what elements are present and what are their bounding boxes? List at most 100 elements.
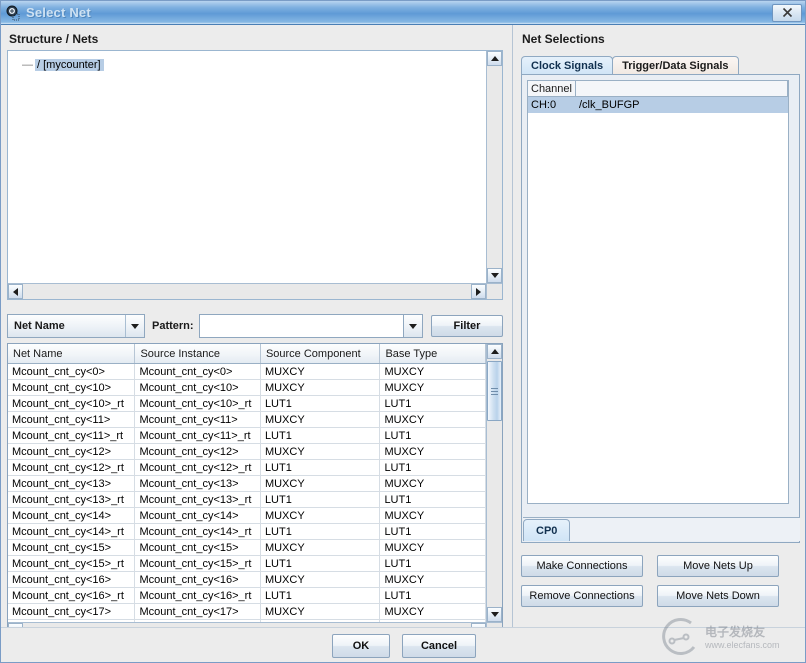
- dialog-footer: OK Cancel: [1, 627, 806, 663]
- table-row[interactable]: Mcount_cnt_cy<16>Mcount_cnt_cy<16>MUXCYM…: [8, 572, 486, 588]
- table-cell: MUXCY: [380, 412, 486, 427]
- ok-button[interactable]: OK: [332, 634, 390, 658]
- nets-vertical-scrollbar[interactable]: [486, 344, 502, 622]
- table-cell: LUT1: [261, 588, 381, 603]
- table-cell: Mcount_cnt_cy<15>: [135, 540, 260, 555]
- table-row[interactable]: Mcount_cnt_cy<0>Mcount_cnt_cy<0>MUXCYMUX…: [8, 364, 486, 380]
- table-cell: MUXCY: [261, 508, 381, 523]
- channel-id: CH:0: [528, 97, 576, 113]
- table-row[interactable]: Mcount_cnt_cy<15>_rtMcount_cnt_cy<15>_rt…: [8, 556, 486, 572]
- nets-column-header[interactable]: Source Component: [261, 344, 381, 363]
- table-row[interactable]: Mcount_cnt_cy<14>_rtMcount_cnt_cy<14>_rt…: [8, 524, 486, 540]
- table-cell: Mcount_cnt_cy<10>: [135, 380, 260, 395]
- structure-nets-label: Structure / Nets: [1, 25, 509, 52]
- tree-vscroll-track[interactable]: [487, 66, 502, 268]
- tab-trigger-data-signals[interactable]: Trigger/Data Signals: [612, 56, 738, 75]
- nets-vscroll-thumb[interactable]: [487, 361, 502, 421]
- table-row[interactable]: Mcount_cnt_cy<11>Mcount_cnt_cy<11>MUXCYM…: [8, 412, 486, 428]
- pattern-combo[interactable]: [199, 314, 423, 338]
- table-row[interactable]: Mcount_cnt_cy<13>Mcount_cnt_cy<13>MUXCYM…: [8, 476, 486, 492]
- tab-clock-signals[interactable]: Clock Signals: [521, 56, 613, 75]
- table-cell: Mcount_cnt_cy<14>_rt: [135, 524, 260, 539]
- move-nets-down-button[interactable]: Move Nets Down: [657, 585, 779, 607]
- table-cell: MUXCY: [380, 572, 486, 587]
- close-button[interactable]: [772, 4, 802, 22]
- tab-cp0[interactable]: CP0: [523, 519, 570, 541]
- app-icon: [5, 5, 21, 21]
- nets-vscroll-track[interactable]: [487, 359, 502, 607]
- net-selections-panel: Channel CH:0/clk_BUFGP CP0: [521, 74, 800, 543]
- pattern-chevron-down-icon[interactable]: [403, 314, 423, 338]
- table-cell: LUT1: [261, 396, 381, 411]
- table-cell: LUT1: [261, 428, 381, 443]
- nets-scroll-up-button[interactable]: [487, 344, 502, 359]
- table-row[interactable]: Mcount_cnt_cy<11>_rtMcount_cnt_cy<11>_rt…: [8, 428, 486, 444]
- nets-column-header[interactable]: Source Instance: [135, 344, 260, 363]
- cancel-button[interactable]: Cancel: [402, 634, 476, 658]
- table-cell: Mcount_cnt_cy<0>: [135, 364, 260, 379]
- tree-vertical-scrollbar[interactable]: [486, 51, 502, 283]
- nets-scroll-down-button[interactable]: [487, 607, 502, 622]
- nets-table-body[interactable]: Mcount_cnt_cy<0>Mcount_cnt_cy<0>MUXCYMUX…: [8, 364, 486, 622]
- window-title: Select Net: [26, 5, 91, 20]
- table-cell: LUT1: [261, 460, 381, 475]
- channel-row[interactable]: CH:0/clk_BUFGP: [528, 97, 788, 113]
- tree-expand-icon[interactable]: —: [22, 60, 33, 70]
- table-row[interactable]: Mcount_cnt_cy<15>Mcount_cnt_cy<15>MUXCYM…: [8, 540, 486, 556]
- table-cell: Mcount_cnt_cy<14>: [135, 508, 260, 523]
- table-cell: MUXCY: [261, 540, 381, 555]
- channel-table-header: Channel: [528, 81, 788, 97]
- table-row[interactable]: Mcount_cnt_cy<12>_rtMcount_cnt_cy<12>_rt…: [8, 460, 486, 476]
- close-icon: [781, 6, 794, 19]
- table-cell: MUXCY: [261, 604, 381, 619]
- table-row[interactable]: Mcount_cnt_cy<10>Mcount_cnt_cy<10>MUXCYM…: [8, 380, 486, 396]
- tree-hscroll-track[interactable]: [23, 284, 471, 299]
- channel-table-body[interactable]: CH:0/clk_BUFGP: [528, 97, 788, 113]
- filter-field-select[interactable]: Net Name: [7, 314, 145, 338]
- table-cell: LUT1: [380, 492, 486, 507]
- window-titlebar: Select Net: [1, 1, 806, 25]
- table-row[interactable]: Mcount_cnt_cy<10>_rtMcount_cnt_cy<10>_rt…: [8, 396, 486, 412]
- channel-table[interactable]: Channel CH:0/clk_BUFGP: [527, 80, 789, 504]
- tree-scroll-up-button[interactable]: [487, 51, 502, 66]
- move-nets-up-button[interactable]: Move Nets Up: [657, 555, 779, 577]
- table-cell: MUXCY: [261, 380, 381, 395]
- table-row[interactable]: Mcount_cnt_cy<12>Mcount_cnt_cy<12>MUXCYM…: [8, 444, 486, 460]
- nets-column-header[interactable]: Base Type: [380, 344, 486, 363]
- table-row[interactable]: Mcount_cnt_cy<17>Mcount_cnt_cy<17>MUXCYM…: [8, 604, 486, 620]
- table-cell: LUT1: [380, 524, 486, 539]
- table-row[interactable]: Mcount_cnt_cy<16>_rtMcount_cnt_cy<16>_rt…: [8, 588, 486, 604]
- tree-item-label: / [mycounter]: [35, 59, 104, 71]
- table-row[interactable]: Mcount_cnt_cy<14>Mcount_cnt_cy<14>MUXCYM…: [8, 508, 486, 524]
- table-cell: Mcount_cnt_cy<13>: [135, 476, 260, 491]
- table-cell: Mcount_cnt_cy<0>: [8, 364, 135, 379]
- channel-column-header[interactable]: Channel: [528, 81, 576, 96]
- make-connections-button[interactable]: Make Connections: [521, 555, 643, 577]
- net-action-buttons: Make Connections Move Nets Up Remove Con…: [521, 555, 800, 607]
- table-cell: Mcount_cnt_cy<11>_rt: [135, 428, 260, 443]
- table-cell: LUT1: [380, 556, 486, 571]
- structure-tree-panel: — / [mycounter]: [7, 50, 503, 300]
- table-cell: LUT1: [380, 396, 486, 411]
- remove-connections-button[interactable]: Remove Connections: [521, 585, 643, 607]
- table-cell: Mcount_cnt_cy<10>_rt: [135, 396, 260, 411]
- table-row[interactable]: Mcount_cnt_cy<13>_rtMcount_cnt_cy<13>_rt…: [8, 492, 486, 508]
- structure-tree[interactable]: — / [mycounter]: [8, 51, 486, 283]
- tree-scroll-down-button[interactable]: [487, 268, 502, 283]
- table-cell: MUXCY: [380, 364, 486, 379]
- chevron-down-icon[interactable]: [125, 315, 144, 337]
- table-cell: Mcount_cnt_cy<15>_rt: [135, 556, 260, 571]
- tree-scroll-right-button[interactable]: [471, 284, 486, 299]
- pattern-input[interactable]: [199, 314, 403, 338]
- table-cell: Mcount_cnt_cy<16>_rt: [135, 588, 260, 603]
- channel-column-header[interactable]: [576, 81, 788, 96]
- cp-tab-row: CP0: [523, 517, 800, 541]
- filter-bar: Net Name Pattern: Filter: [7, 313, 503, 339]
- nets-column-header[interactable]: Net Name: [8, 344, 135, 363]
- tree-horizontal-scrollbar[interactable]: [8, 283, 486, 299]
- table-cell: LUT1: [261, 492, 381, 507]
- tree-scroll-left-button[interactable]: [8, 284, 23, 299]
- filter-button[interactable]: Filter: [431, 315, 503, 337]
- table-cell: MUXCY: [380, 540, 486, 555]
- tree-item-mycounter[interactable]: — / [mycounter]: [8, 57, 486, 73]
